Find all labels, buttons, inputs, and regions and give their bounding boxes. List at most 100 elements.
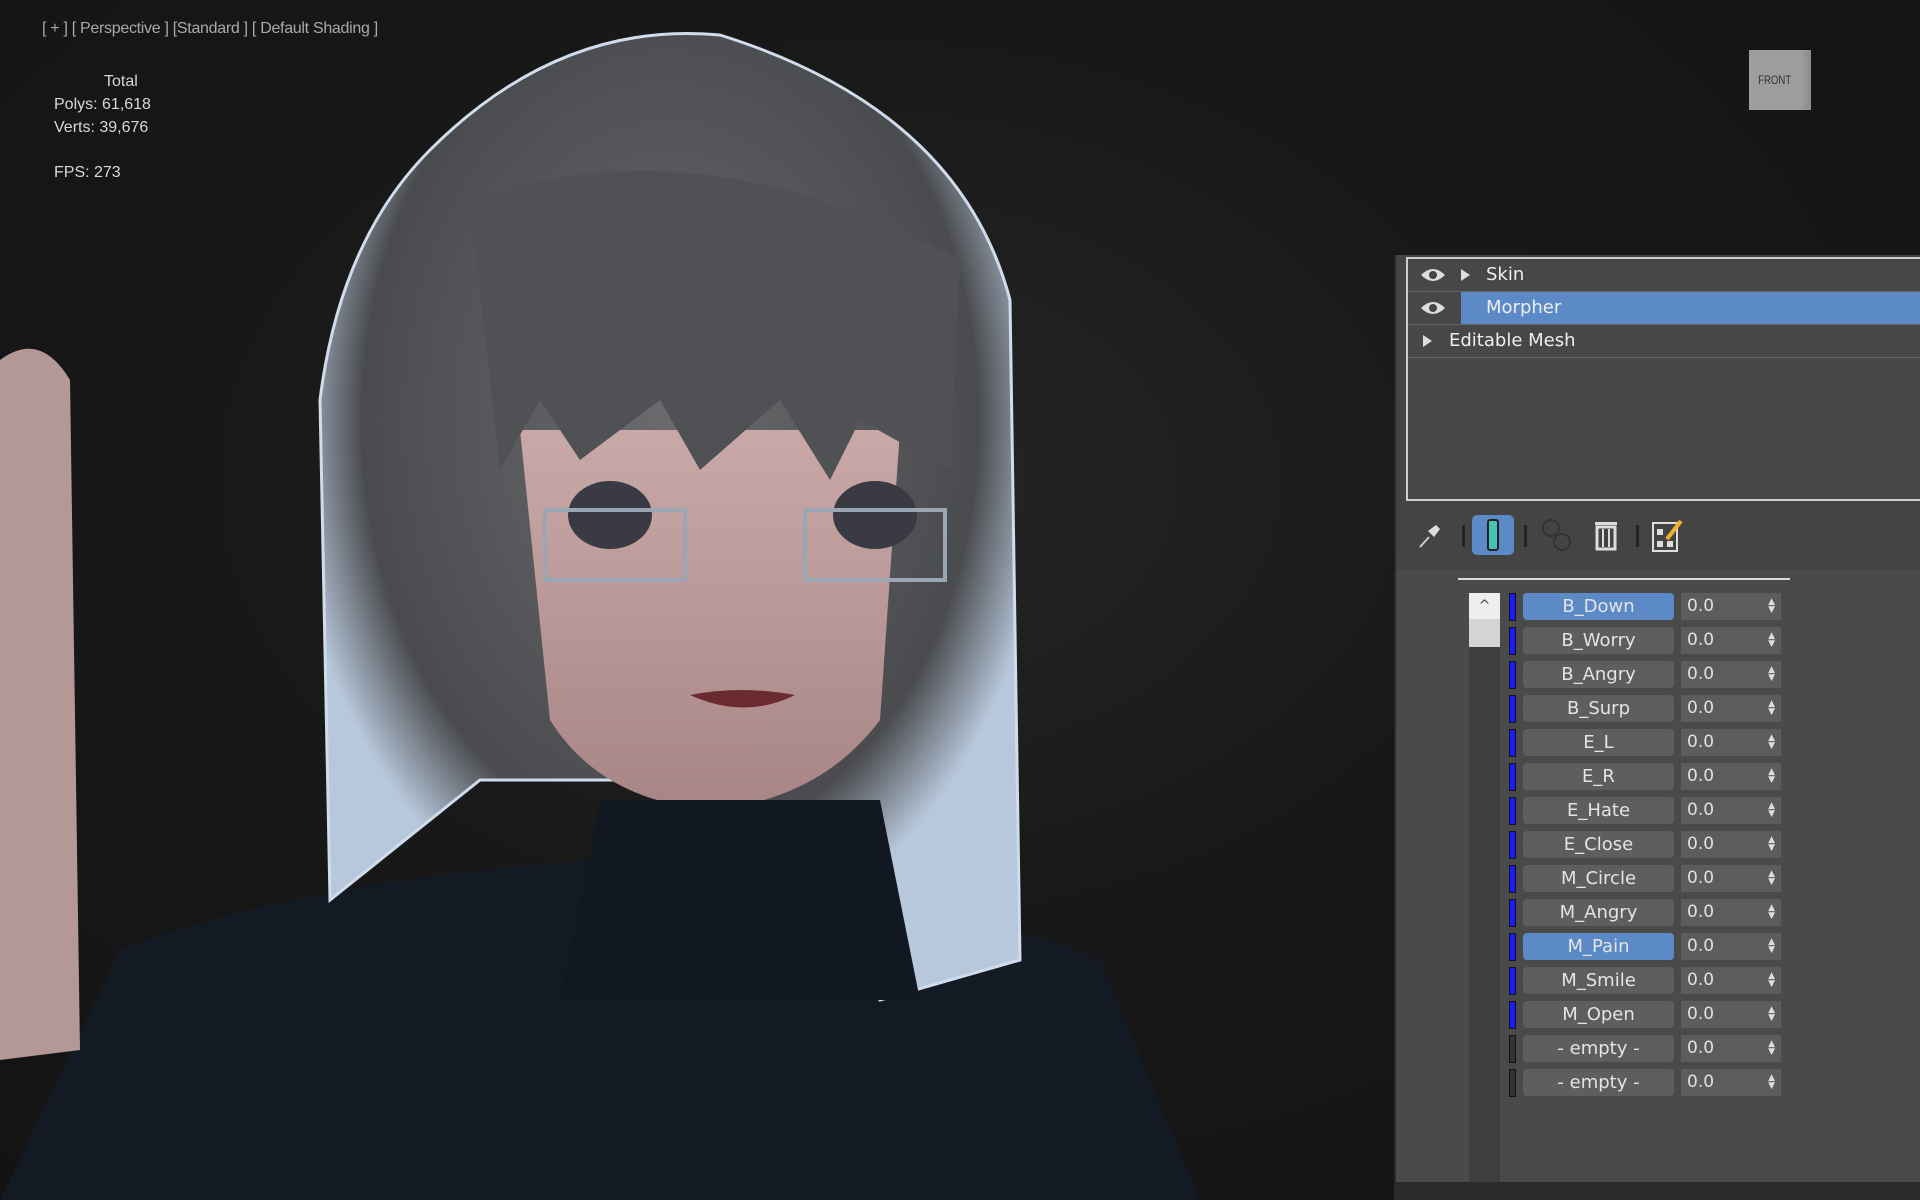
channel-value-spinner[interactable]: 0.0 ▲ ▼ — [1681, 1001, 1781, 1028]
channel-color-indicator — [1509, 1035, 1516, 1063]
channel-value-spinner[interactable]: 0.0 ▲ ▼ — [1681, 865, 1781, 892]
modifier-label: Morpher — [1486, 297, 1562, 318]
scrollbar[interactable]: ^ — [1469, 593, 1500, 647]
expand-triangle-icon[interactable] — [1423, 335, 1432, 347]
eye-icon[interactable] — [1420, 267, 1446, 283]
channel-name-button[interactable]: M_Pain — [1523, 933, 1674, 960]
show-end-result-icon[interactable] — [1472, 515, 1514, 555]
channel-value-spinner[interactable]: 0.0 ▲ ▼ — [1681, 763, 1781, 790]
channel-color-indicator — [1509, 899, 1516, 927]
channel-value-spinner[interactable]: 0.0 ▲ ▼ — [1681, 967, 1781, 994]
channel-value-spinner[interactable]: 0.0 ▲ ▼ — [1681, 695, 1781, 722]
channel-value-spinner[interactable]: 0.0 ▲ ▼ — [1681, 593, 1781, 620]
spinner-arrows-icon[interactable]: ▲ ▼ — [1768, 666, 1775, 683]
spinner-arrows-icon[interactable]: ▲ ▼ — [1768, 870, 1775, 887]
modifier-morpher[interactable]: Morpher — [1408, 292, 1920, 325]
scroll-up-button[interactable]: ^ — [1469, 593, 1500, 619]
channel-value-spinner[interactable]: 0.0 ▲ ▼ — [1681, 1069, 1781, 1096]
channel-name-button[interactable]: E_Close — [1523, 831, 1674, 858]
channel-value[interactable]: 0.0 — [1687, 868, 1714, 888]
spinner-arrows-icon[interactable]: ▲ ▼ — [1768, 1040, 1775, 1057]
channel-value-spinner[interactable]: 0.0 ▲ ▼ — [1681, 831, 1781, 858]
channel-name-button[interactable]: M_Smile — [1523, 967, 1674, 994]
spinner-arrows-icon[interactable]: ▲ ▼ — [1768, 904, 1775, 921]
eye-icon[interactable] — [1420, 300, 1446, 316]
remove-modifier-icon[interactable] — [1586, 515, 1626, 555]
spinner-arrows-icon[interactable]: ▲ ▼ — [1768, 1006, 1775, 1023]
channel-value[interactable]: 0.0 — [1687, 630, 1714, 650]
channel-name-button[interactable]: - empty - — [1523, 1069, 1674, 1096]
channel-value[interactable]: 0.0 — [1687, 970, 1714, 990]
channel-value-spinner[interactable]: 0.0 ▲ ▼ — [1681, 661, 1781, 688]
stats-polys: Polys: 61,618 — [54, 96, 151, 113]
spinner-arrows-icon[interactable]: ▲ ▼ — [1768, 836, 1775, 853]
viewport-label-menu[interactable]: [ + ] [ Perspective ] [Standard ] [ Defa… — [42, 20, 378, 38]
channel-name-button[interactable]: B_Worry — [1523, 627, 1674, 654]
stats-verts: Verts: 39,676 — [54, 119, 149, 136]
channel-color-indicator — [1509, 933, 1516, 961]
channel-value[interactable]: 0.0 — [1687, 1004, 1714, 1024]
channel-row: M_Pain 0.0 ▲ ▼ — [1509, 933, 1781, 961]
spinner-arrows-icon[interactable]: ▲ ▼ — [1768, 632, 1775, 649]
stats-fps: FPS: 273 — [54, 164, 121, 181]
channel-value[interactable]: 0.0 — [1687, 1038, 1714, 1058]
channel-value[interactable]: 0.0 — [1687, 800, 1714, 820]
channel-name-button[interactable]: B_Angry — [1523, 661, 1674, 688]
channel-row: B_Angry 0.0 ▲ ▼ — [1509, 661, 1781, 689]
channel-value[interactable]: 0.0 — [1687, 698, 1714, 718]
channel-value[interactable]: 0.0 — [1687, 1072, 1714, 1092]
channel-name-button[interactable]: E_R — [1523, 763, 1674, 790]
spinner-arrows-icon[interactable]: ▲ ▼ — [1768, 700, 1775, 717]
channel-name-button[interactable]: B_Down — [1523, 593, 1674, 620]
channel-color-indicator — [1509, 763, 1516, 791]
panel-bottom-bar — [1394, 1182, 1920, 1200]
channel-value-spinner[interactable]: 0.0 ▲ ▼ — [1681, 797, 1781, 824]
channel-value-spinner[interactable]: 0.0 ▲ ▼ — [1681, 933, 1781, 960]
scrollbar-track[interactable] — [1469, 647, 1500, 1182]
channel-value[interactable]: 0.0 — [1687, 664, 1714, 684]
spinner-arrows-icon[interactable]: ▲ ▼ — [1768, 972, 1775, 989]
divider — [1458, 578, 1790, 580]
channel-value[interactable]: 0.0 — [1687, 902, 1714, 922]
modifier-editable-mesh[interactable]: Editable Mesh — [1408, 325, 1920, 358]
channel-row: M_Circle 0.0 ▲ ▼ — [1509, 865, 1781, 893]
viewport-statistics: Total Polys: 61,618 Verts: 39,676 FPS: 2… — [54, 70, 151, 184]
channel-name-button[interactable]: E_L — [1523, 729, 1674, 756]
channel-value-spinner[interactable]: 0.0 ▲ ▼ — [1681, 899, 1781, 926]
configure-modifier-sets-icon[interactable] — [1648, 515, 1688, 555]
spinner-arrows-icon[interactable]: ▲ ▼ — [1768, 768, 1775, 785]
channel-color-indicator — [1509, 967, 1516, 995]
channel-name-button[interactable]: M_Angry — [1523, 899, 1674, 926]
channel-name-button[interactable]: M_Circle — [1523, 865, 1674, 892]
spinner-arrows-icon[interactable]: ▲ ▼ — [1768, 938, 1775, 955]
channel-color-indicator — [1509, 865, 1516, 893]
channel-name-button[interactable]: - empty - — [1523, 1035, 1674, 1062]
channel-value[interactable]: 0.0 — [1687, 732, 1714, 752]
spinner-arrows-icon[interactable]: ▲ ▼ — [1768, 1074, 1775, 1091]
channel-value-spinner[interactable]: 0.0 ▲ ▼ — [1681, 729, 1781, 756]
spinner-arrows-icon[interactable]: ▲ ▼ — [1768, 598, 1775, 615]
channel-row: M_Open 0.0 ▲ ▼ — [1509, 1001, 1781, 1029]
channel-value[interactable]: 0.0 — [1687, 766, 1714, 786]
modifier-skin[interactable]: Skin — [1408, 259, 1920, 292]
channel-color-indicator — [1509, 1069, 1516, 1097]
channel-color-indicator — [1509, 695, 1516, 723]
spinner-arrows-icon[interactable]: ▲ ▼ — [1768, 802, 1775, 819]
channel-name-button[interactable]: M_Open — [1523, 1001, 1674, 1028]
viewcube-front-face[interactable]: FRONT — [1749, 50, 1811, 110]
channel-value[interactable]: 0.0 — [1687, 834, 1714, 854]
expand-triangle-icon[interactable] — [1461, 269, 1470, 281]
channel-value-spinner[interactable]: 0.0 ▲ ▼ — [1681, 627, 1781, 654]
make-unique-icon[interactable] — [1538, 515, 1578, 555]
channel-name-button[interactable]: B_Surp — [1523, 695, 1674, 722]
spinner-arrows-icon[interactable]: ▲ ▼ — [1768, 734, 1775, 751]
channel-name-button[interactable]: E_Hate — [1523, 797, 1674, 824]
pin-stack-icon[interactable] — [1410, 515, 1450, 555]
modifier-label: Editable Mesh — [1449, 330, 1576, 351]
channel-value[interactable]: 0.0 — [1687, 596, 1714, 616]
channel-row: E_Close 0.0 ▲ ▼ — [1509, 831, 1781, 859]
channel-value-spinner[interactable]: 0.0 ▲ ▼ — [1681, 1035, 1781, 1062]
viewcube[interactable]: FRONT — [1712, 40, 1872, 130]
channel-row: M_Angry 0.0 ▲ ▼ — [1509, 899, 1781, 927]
channel-value[interactable]: 0.0 — [1687, 936, 1714, 956]
